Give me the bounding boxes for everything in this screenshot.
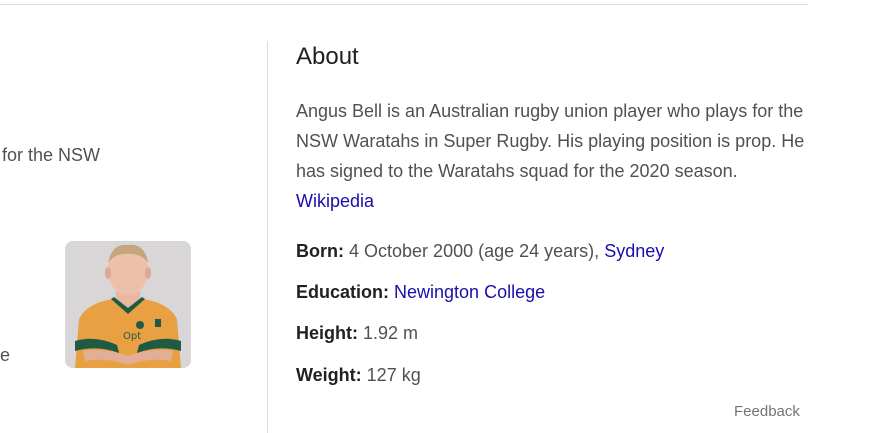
fact-height-label: Height: [296, 323, 358, 343]
fact-height-value: 1.92 m [363, 323, 419, 343]
svg-text:Opt: Opt [123, 331, 141, 342]
born-place-link[interactable]: Sydney [604, 241, 664, 261]
fact-weight: Weight: 127 kg [296, 364, 421, 386]
fact-born-label: Born: [296, 241, 344, 261]
wikipedia-link[interactable]: Wikipedia [296, 191, 374, 211]
fact-education: Education: Newington College [296, 281, 545, 303]
fact-height: Height: 1.92 m [296, 322, 418, 344]
left-text-snippet: for the NSW [2, 145, 101, 165]
top-divider [0, 4, 808, 5]
about-description-text: Angus Bell is an Australian rugby union … [296, 101, 805, 181]
player-photo[interactable]: Opt [65, 241, 191, 368]
about-description: Angus Bell is an Australian rugby union … [296, 96, 811, 216]
education-link[interactable]: Newington College [394, 282, 545, 302]
about-heading: About [296, 43, 359, 70]
feedback-link[interactable]: Feedback [734, 403, 800, 421]
left-text-snippet-2: e [0, 345, 11, 365]
fact-education-label: Education: [296, 282, 389, 302]
column-divider [267, 41, 268, 433]
player-photo-image: Opt [65, 241, 191, 368]
about-section: About Angus Bell is an Australian rugby … [296, 40, 816, 216]
fact-born: Born: 4 October 2000 (age 24 years), Syd… [296, 240, 664, 262]
fact-weight-value: 127 kg [366, 365, 421, 385]
fact-born-value: 4 October 2000 (age 24 years), [349, 241, 600, 261]
fact-weight-label: Weight: [296, 365, 362, 385]
